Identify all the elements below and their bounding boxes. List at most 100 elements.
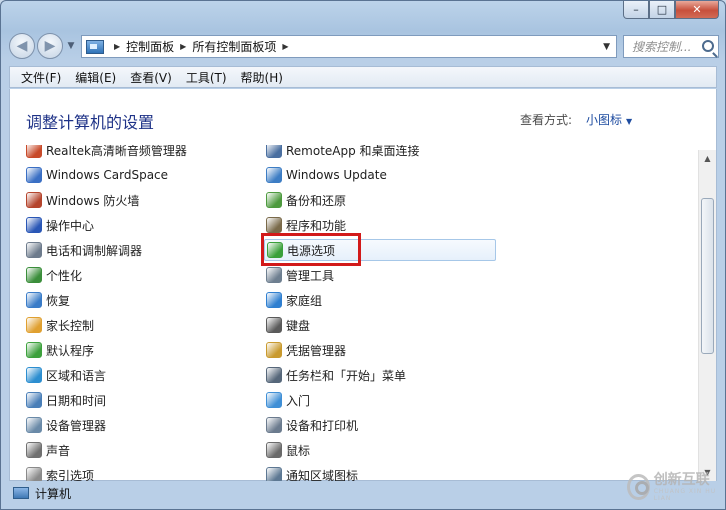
- monitor-icon: [26, 267, 42, 283]
- mouse-icon: [266, 442, 282, 458]
- vertical-scrollbar[interactable]: ▲ ▼: [698, 150, 716, 481]
- list-item[interactable]: 操作中心: [26, 214, 94, 236]
- breadcrumb-all-items[interactable]: 所有控制面板项: [192, 38, 276, 55]
- remoteapp-icon: [266, 145, 282, 158]
- breadcrumb-arrow-icon[interactable]: ▶: [114, 42, 120, 51]
- list-item[interactable]: RemoteApp 和桌面连接: [266, 145, 420, 161]
- list-item-label: 设备管理器: [46, 418, 107, 433]
- watermark-swirl-icon: [627, 474, 650, 500]
- close-button[interactable]: ✕: [675, 1, 719, 19]
- list-item-label: 家长控制: [46, 318, 95, 333]
- scroll-up-icon[interactable]: ▲: [699, 150, 716, 167]
- list-item[interactable]: 任务栏和「开始」菜单: [266, 364, 406, 386]
- list-item[interactable]: 键盘: [266, 314, 310, 336]
- list-item[interactable]: 通知区域图标: [266, 464, 358, 481]
- control-panel-window: – □ ✕ ◀ ▶ ▼ ▶ 控制面板 ▶ 所有控制面板项 ▶ ▼ 搜索控制...…: [0, 0, 726, 510]
- menu-tools[interactable]: 工具(T): [179, 69, 234, 86]
- recent-pages-dropdown[interactable]: ▼: [65, 41, 77, 51]
- list-item[interactable]: 声音: [26, 439, 70, 461]
- caption-buttons: – □ ✕: [623, 1, 719, 19]
- list-item[interactable]: 日期和时间: [26, 389, 106, 411]
- list-item[interactable]: 索引选项: [26, 464, 94, 481]
- list-item-label: 备份和还原: [286, 193, 347, 208]
- view-by-dropdown[interactable]: 小图标 ▼: [586, 111, 632, 128]
- list-item-label: 管理工具: [286, 268, 335, 283]
- back-button[interactable]: ◀: [9, 33, 35, 59]
- back-arrow-icon: ◀: [16, 38, 28, 54]
- breadcrumb-arrow-icon[interactable]: ▶: [180, 42, 186, 51]
- control-panel-icon: [86, 39, 104, 54]
- list-item-label: 入门: [286, 393, 311, 408]
- list-item[interactable]: 家庭组: [266, 289, 322, 311]
- watermark-text: 创新互联: [653, 472, 710, 488]
- list-item[interactable]: Realtek高清晰音频管理器: [26, 145, 187, 161]
- address-bar[interactable]: ▶ 控制面板 ▶ 所有控制面板项 ▶ ▼: [81, 35, 617, 58]
- list-item[interactable]: 鼠标: [266, 439, 310, 461]
- programs-icon: [266, 217, 282, 233]
- list-item-label: Realtek高清晰音频管理器: [46, 145, 187, 158]
- list-item[interactable]: 入门: [266, 389, 310, 411]
- list-item-label: 通知区域图标: [286, 468, 359, 482]
- menu-view[interactable]: 查看(V): [123, 69, 179, 86]
- list-item-label: RemoteApp 和桌面连接: [286, 145, 420, 158]
- chevron-down-icon: ▼: [626, 117, 633, 126]
- computer-icon: [13, 487, 29, 499]
- scroll-thumb[interactable]: [701, 198, 714, 354]
- list-item[interactable]: Windows 防火墙: [26, 189, 139, 211]
- speaker-icon: [26, 145, 42, 158]
- list-item-label: 日期和时间: [46, 393, 107, 408]
- status-bar: 计算机: [9, 481, 717, 505]
- list-item[interactable]: Windows CardSpace: [26, 164, 168, 186]
- list-item[interactable]: 个性化: [26, 264, 82, 286]
- list-item-label: 程序和功能: [286, 218, 347, 233]
- list-item-label: 区域和语言: [46, 368, 107, 383]
- list-item[interactable]: 电话和调制解调器: [26, 239, 142, 261]
- menu-bar: 文件(F) 编辑(E) 查看(V) 工具(T) 帮助(H): [9, 66, 717, 88]
- minimize-button[interactable]: –: [623, 1, 649, 19]
- menu-file[interactable]: 文件(F): [14, 69, 68, 86]
- list-item-label: 个性化: [46, 268, 83, 283]
- list-item[interactable]: 设备管理器: [26, 414, 106, 436]
- list-item-label: 任务栏和「开始」菜单: [286, 368, 407, 383]
- list-item-label: 声音: [46, 443, 71, 458]
- list-item[interactable]: 区域和语言: [26, 364, 106, 386]
- list-item[interactable]: 默认程序: [26, 339, 94, 361]
- list-item-label: 鼠标: [286, 443, 311, 458]
- list-item-label: 键盘: [286, 318, 311, 333]
- list-item[interactable]: 管理工具: [266, 264, 334, 286]
- getting-started-icon: [266, 392, 282, 408]
- list-item-label: 索引选项: [46, 468, 95, 482]
- search-input[interactable]: 搜索控制...: [623, 35, 719, 58]
- search-icon[interactable]: [702, 40, 714, 52]
- notification-icon: [266, 467, 282, 481]
- list-item[interactable]: 设备和打印机: [266, 414, 358, 436]
- page-title: 调整计算机的设置: [26, 113, 155, 132]
- forward-arrow-icon: ▶: [44, 38, 56, 54]
- taskbar-icon: [266, 367, 282, 383]
- sound-icon: [26, 442, 42, 458]
- forward-button[interactable]: ▶: [37, 33, 63, 59]
- watermark-logo: 创新互联 CHUANG XIN HU LIAN: [627, 467, 723, 507]
- maximize-button[interactable]: □: [649, 1, 675, 19]
- status-text: 计算机: [35, 486, 72, 501]
- list-item[interactable]: 备份和还原: [266, 189, 346, 211]
- list-item-label: 凭据管理器: [286, 343, 347, 358]
- printer-icon: [266, 417, 282, 433]
- content-area: 调整计算机的设置 查看方式: 小图标 ▼ Realtek高清晰音频管理器 Windo…: [9, 89, 717, 481]
- navigation-bar: ◀ ▶ ▼ ▶ 控制面板 ▶ 所有控制面板项 ▶ ▼ 搜索控制...: [9, 31, 719, 61]
- admin-tools-icon: [266, 267, 282, 283]
- list-item[interactable]: Windows Update: [266, 164, 387, 186]
- default-programs-icon: [26, 342, 42, 358]
- list-item[interactable]: 恢复: [26, 289, 70, 311]
- breadcrumb-arrow-icon[interactable]: ▶: [282, 42, 288, 51]
- menu-edit[interactable]: 编辑(E): [68, 69, 123, 86]
- breadcrumb-control-panel[interactable]: 控制面板: [126, 38, 174, 55]
- list-item[interactable]: 凭据管理器: [266, 339, 346, 361]
- list-item-label: 操作中心: [46, 218, 95, 233]
- menu-help[interactable]: 帮助(H): [234, 69, 290, 86]
- list-item-label: Windows Update: [286, 168, 387, 182]
- list-item-label: 恢复: [46, 293, 71, 308]
- list-item[interactable]: 家长控制: [26, 314, 94, 336]
- address-dropdown-icon[interactable]: ▼: [603, 42, 610, 52]
- credential-icon: [266, 342, 282, 358]
